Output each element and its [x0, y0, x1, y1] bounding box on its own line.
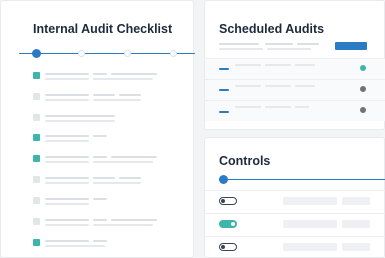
checklist-panel: Internal Audit Checklist	[0, 0, 195, 258]
stepper-step-1[interactable]	[32, 49, 41, 58]
item-text-line	[93, 177, 115, 179]
item-text-line	[93, 240, 107, 242]
item-text-line	[93, 94, 115, 96]
control-row	[205, 191, 385, 211]
checkbox-unchecked[interactable]	[33, 218, 40, 225]
stepper-step-2[interactable]	[78, 50, 85, 57]
audit-text-line	[265, 106, 291, 108]
controls-panel: Controls	[204, 137, 385, 258]
item-text-line	[93, 73, 107, 75]
controls-slider-handle[interactable]	[219, 175, 228, 184]
item-text-line	[119, 177, 141, 179]
item-text-line	[45, 73, 89, 75]
item-text-line	[45, 177, 89, 179]
control-value	[283, 220, 337, 228]
checkbox-checked[interactable]	[33, 239, 40, 246]
audit-text-line	[235, 64, 261, 66]
control-toggle-off[interactable]	[219, 197, 237, 205]
item-text-line	[45, 219, 89, 221]
audit-row[interactable]	[205, 59, 385, 79]
item-text-line	[111, 73, 157, 75]
item-text-line	[45, 203, 89, 205]
item-text-line	[45, 156, 89, 158]
control-value	[342, 243, 370, 251]
audit-text-line	[295, 85, 315, 87]
header-line	[219, 48, 263, 50]
item-text-line	[45, 140, 89, 142]
item-text-line	[93, 135, 107, 137]
audit-text-line	[265, 64, 291, 66]
schedule-audit-button[interactable]	[335, 42, 367, 50]
control-toggle-off[interactable]	[219, 243, 237, 251]
audit-text-line	[235, 85, 261, 87]
controls-title: Controls	[219, 154, 271, 168]
audit-text-line	[295, 106, 309, 108]
header-line	[219, 43, 259, 45]
checkbox-unchecked[interactable]	[33, 176, 40, 183]
status-dot	[360, 86, 366, 92]
item-text-line	[93, 224, 153, 226]
scheduled-audits-title: Scheduled Audits	[219, 22, 325, 36]
header-line	[265, 43, 293, 45]
audit-link[interactable]	[219, 68, 229, 70]
item-text-line	[45, 78, 89, 80]
checkbox-checked[interactable]	[33, 72, 40, 79]
control-row	[205, 237, 385, 257]
item-text-line	[93, 198, 107, 200]
controls-slider-track[interactable]	[219, 179, 385, 180]
item-text-line	[93, 99, 141, 101]
item-text-line	[45, 182, 89, 184]
checkbox-unchecked[interactable]	[33, 114, 40, 121]
item-text-line	[45, 135, 89, 137]
audit-link[interactable]	[219, 89, 229, 91]
stepper-step-3[interactable]	[124, 50, 131, 57]
item-text-line	[45, 198, 89, 200]
control-value	[283, 197, 337, 205]
status-dot	[360, 107, 366, 113]
checklist-title: Internal Audit Checklist	[33, 22, 173, 36]
item-text-line	[45, 161, 89, 163]
status-dot	[360, 65, 366, 71]
scheduled-audits-panel: Scheduled Audits	[204, 0, 385, 130]
item-text-line	[93, 156, 107, 158]
item-text-line	[45, 120, 115, 122]
item-text-line	[111, 156, 157, 158]
audit-text-line	[265, 85, 291, 87]
item-text-line	[45, 245, 105, 247]
audit-text-line	[295, 64, 315, 66]
control-value	[342, 220, 370, 228]
audit-row[interactable]	[205, 80, 385, 100]
control-value	[283, 243, 337, 251]
item-text-line	[111, 219, 157, 221]
item-text-line	[93, 182, 141, 184]
checkbox-unchecked[interactable]	[33, 197, 40, 204]
item-text-line	[119, 94, 141, 96]
control-toggle-on[interactable]	[219, 220, 237, 228]
stepper-step-4[interactable]	[170, 50, 177, 57]
item-text-line	[45, 224, 89, 226]
item-text-line	[45, 94, 89, 96]
checkbox-checked[interactable]	[33, 155, 40, 162]
checkbox-checked[interactable]	[33, 134, 40, 141]
audit-row[interactable]	[205, 101, 385, 121]
item-text-line	[93, 161, 153, 163]
item-text-line	[93, 78, 153, 80]
item-text-line	[45, 240, 89, 242]
audit-text-line	[235, 106, 261, 108]
item-text-line	[45, 99, 89, 101]
control-value	[342, 197, 370, 205]
item-text-line	[93, 219, 107, 221]
checkbox-unchecked[interactable]	[33, 93, 40, 100]
audit-link[interactable]	[219, 111, 229, 113]
control-row	[205, 214, 385, 234]
header-line	[297, 43, 319, 45]
item-text-line	[45, 115, 115, 117]
header-line	[267, 48, 311, 50]
stepper-track	[19, 53, 195, 54]
